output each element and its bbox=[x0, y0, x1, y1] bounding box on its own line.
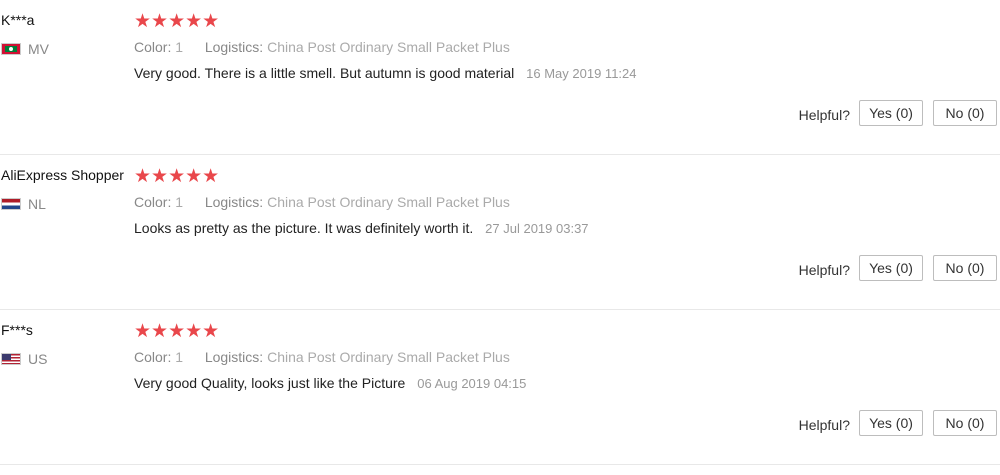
review-item: AliExpress Shopper NL ★★★★★ Color: 1 Log… bbox=[0, 155, 1000, 310]
netherlands-flag-icon bbox=[1, 198, 21, 210]
country-code: US bbox=[28, 351, 48, 367]
star-rating: ★★★★★ bbox=[134, 321, 220, 342]
order-info: Color: 1 Logistics: China Post Ordinary … bbox=[134, 349, 510, 365]
logistics-value: China Post Ordinary Small Packet Plus bbox=[267, 39, 510, 55]
helpful-yes-button[interactable]: Yes (0) bbox=[859, 255, 923, 281]
review-date: 16 May 2019 11:24 bbox=[526, 66, 637, 81]
country-code: NL bbox=[28, 196, 46, 212]
helpful-vote: Helpful? Yes (0) No (0) bbox=[799, 410, 997, 436]
logistics-label: Logistics: bbox=[204, 349, 264, 365]
order-info: Color: 1 Logistics: China Post Ordinary … bbox=[134, 39, 510, 55]
helpful-label: Helpful? bbox=[798, 261, 850, 278]
review-item: F***s US ★★★★★ Color: 1 Logistics: China… bbox=[0, 310, 1000, 465]
united-states-flag-icon bbox=[1, 353, 21, 365]
order-info: Color: 1 Logistics: China Post Ordinary … bbox=[134, 194, 510, 210]
buyer-country: US bbox=[1, 351, 47, 367]
helpful-vote: Helpful? Yes (0) No (0) bbox=[799, 100, 997, 126]
review-text-row: Very good Quality, looks just like the P… bbox=[134, 375, 526, 391]
color-value: 1 bbox=[175, 39, 184, 55]
color-label: Color: bbox=[134, 349, 172, 365]
review-text: Very good Quality, looks just like the P… bbox=[134, 375, 406, 391]
helpful-yes-button[interactable]: Yes (0) bbox=[859, 100, 923, 126]
logistics-label: Logistics: bbox=[204, 39, 264, 55]
country-code: MV bbox=[28, 41, 49, 57]
helpful-no-button[interactable]: No (0) bbox=[933, 410, 997, 436]
helpful-label: Helpful? bbox=[798, 106, 850, 123]
maldives-flag-icon bbox=[1, 43, 21, 55]
logistics-label: Logistics: bbox=[204, 194, 264, 210]
review-text-row: Very good. There is a little smell. But … bbox=[134, 65, 637, 81]
color-value: 1 bbox=[175, 349, 184, 365]
helpful-vote: Helpful? Yes (0) No (0) bbox=[799, 255, 997, 281]
review-text-row: Looks as pretty as the picture. It was d… bbox=[134, 220, 589, 236]
review-text: Looks as pretty as the picture. It was d… bbox=[134, 220, 474, 236]
helpful-no-button[interactable]: No (0) bbox=[933, 100, 997, 126]
buyer-name: AliExpress Shopper bbox=[1, 167, 124, 183]
buyer-country: MV bbox=[1, 41, 49, 57]
helpful-no-button[interactable]: No (0) bbox=[933, 255, 997, 281]
review-date: 27 Jul 2019 03:37 bbox=[485, 221, 589, 236]
color-label: Color: bbox=[134, 39, 172, 55]
buyer-name: K***a bbox=[1, 12, 35, 28]
color-label: Color: bbox=[134, 194, 172, 210]
color-value: 1 bbox=[175, 194, 184, 210]
buyer-country: NL bbox=[1, 196, 46, 212]
star-rating: ★★★★★ bbox=[134, 166, 220, 187]
review-date: 06 Aug 2019 04:15 bbox=[417, 376, 527, 391]
star-rating: ★★★★★ bbox=[134, 11, 220, 32]
review-text: Very good. There is a little smell. But … bbox=[134, 65, 515, 81]
logistics-value: China Post Ordinary Small Packet Plus bbox=[267, 194, 510, 210]
logistics-value: China Post Ordinary Small Packet Plus bbox=[267, 349, 510, 365]
review-item: K***a MV ★★★★★ Color: 1 Logistics: China… bbox=[0, 0, 1000, 155]
helpful-label: Helpful? bbox=[798, 416, 850, 433]
helpful-yes-button[interactable]: Yes (0) bbox=[859, 410, 923, 436]
buyer-name: F***s bbox=[1, 322, 33, 338]
